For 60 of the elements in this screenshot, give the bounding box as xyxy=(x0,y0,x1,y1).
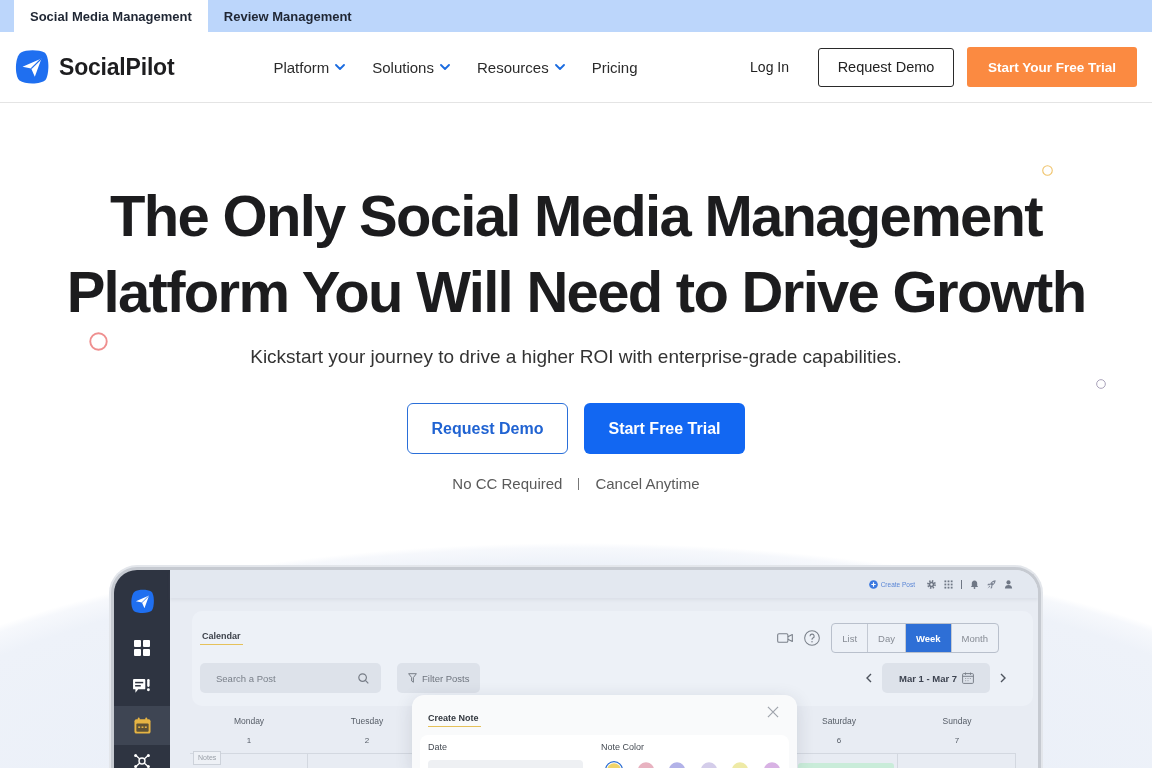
day-name: Tuesday xyxy=(350,715,384,728)
color-swatch-icon[interactable] xyxy=(668,760,686,768)
brand-name[interactable]: SocialPilot xyxy=(59,53,175,81)
video-camera-icon[interactable] xyxy=(777,633,794,643)
demo-button[interactable]: Request Demo xyxy=(818,47,954,87)
trial-button[interactable]: Start Free Trial xyxy=(584,403,745,454)
calendar-icon xyxy=(133,717,151,734)
color-swatch-icon[interactable] xyxy=(762,760,781,768)
filter-button[interactable]: Filter Posts xyxy=(397,663,480,693)
dialog-title: Create Note xyxy=(428,711,481,727)
network-icon xyxy=(134,754,150,768)
calendar-icon xyxy=(962,672,974,684)
help-icon[interactable] xyxy=(804,630,821,646)
gear-icon[interactable] xyxy=(927,579,936,589)
chevron-left-icon[interactable] xyxy=(866,673,872,683)
nav-link[interactable]: Pricing xyxy=(591,58,638,76)
day-date: 1 xyxy=(246,735,252,747)
product-tab[interactable]: Review Management xyxy=(207,0,368,32)
rocket-icon[interactable] xyxy=(987,579,996,589)
day-name: Saturday xyxy=(822,715,856,728)
calendar-tab[interactable]: Calendar xyxy=(200,631,243,645)
color-swatch-icon[interactable] xyxy=(605,760,623,768)
product-tab[interactable]: Social Media Management xyxy=(14,0,208,32)
dashboard-icon xyxy=(134,639,150,656)
login-link[interactable]: Log In xyxy=(750,59,789,75)
nav-link[interactable]: Resources xyxy=(476,58,565,76)
ring-icon xyxy=(89,332,108,351)
ring-icon xyxy=(1042,165,1053,176)
color-swatch-icon[interactable] xyxy=(699,760,718,768)
note-text: No CC Required xyxy=(452,474,563,494)
search-field[interactable]: Search a Post xyxy=(200,663,381,693)
day-date: 7 xyxy=(954,735,960,747)
funnel-icon xyxy=(408,673,417,683)
close-icon[interactable] xyxy=(767,706,779,718)
chat-alert-icon xyxy=(133,678,151,695)
ring-icon xyxy=(1096,379,1106,389)
field-label: Date xyxy=(428,742,447,753)
demo-button[interactable]: Request Demo xyxy=(407,403,568,454)
color-swatch-icon[interactable] xyxy=(636,760,655,768)
day-name: Monday xyxy=(233,715,265,728)
hero-subtitle: Kickstart your journey to drive a higher ROI with enterprise-grade capabilities. xyxy=(250,345,902,369)
sidebar-item[interactable] xyxy=(114,706,170,745)
search-icon[interactable] xyxy=(358,673,369,684)
user-icon[interactable] xyxy=(1004,579,1013,589)
apps-grid-icon[interactable] xyxy=(944,579,953,589)
note-text: Cancel Anytime xyxy=(595,474,700,494)
nav-link[interactable]: Platform xyxy=(273,58,346,76)
plus-circle-icon xyxy=(868,579,878,589)
bell-icon[interactable] xyxy=(970,579,979,589)
color-swatch-icon[interactable] xyxy=(731,760,749,768)
field-label: Note Color xyxy=(601,742,645,753)
day-date: 2 xyxy=(364,735,370,747)
day-date: 6 xyxy=(836,735,842,747)
hero-title: The Only Social Media Management Platform You Will Need to Drive Growth xyxy=(66,182,1086,326)
nav-link[interactable]: Solutions xyxy=(372,58,450,76)
chevron-right-icon[interactable] xyxy=(1000,673,1006,683)
view-tab[interactable]: Week xyxy=(904,624,951,652)
paper-plane-logo-icon[interactable] xyxy=(129,588,155,614)
day-name: Sunday xyxy=(942,715,972,728)
date-range-picker[interactable]: Mar 1 - Mar 7 xyxy=(882,663,990,693)
